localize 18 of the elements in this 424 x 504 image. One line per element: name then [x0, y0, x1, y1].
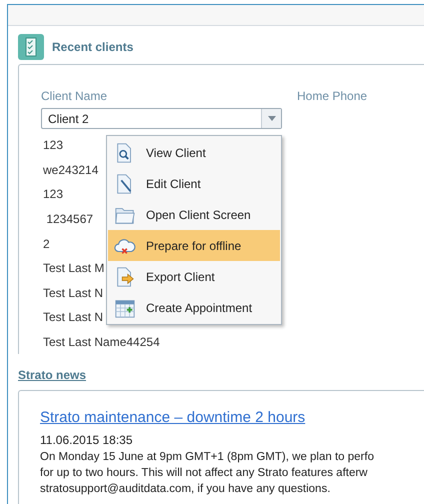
client-dropdown[interactable]: Client 2: [41, 108, 282, 129]
menu-item[interactable]: View Client: [108, 137, 280, 168]
section-title: Recent clients: [52, 39, 134, 56]
news-text: On Monday 15 June at 9pm GMT+1 (8pm GMT), we plan to perfo for up to two hours. This will not affect any Strato features afterw stratosupport@auditdata.com, if you have any questions.: [40, 450, 375, 496]
export-document-icon: [114, 266, 136, 288]
menu-item[interactable]: Create Appointment: [108, 292, 280, 323]
checklist-icon: [18, 34, 44, 60]
client-row[interactable]: Test Last Name44254: [41, 330, 424, 354]
caret-icon: [268, 116, 276, 121]
news-date: 11.06.2015 18:35: [40, 432, 134, 448]
news-headline-link[interactable]: Strato maintenance – downtime 2 hours: [40, 407, 306, 430]
column-header: Home Phone: [297, 88, 368, 105]
menu-item[interactable]: Open Client Screen: [108, 199, 280, 230]
menu-item[interactable]: Export Client: [108, 261, 280, 292]
column-header: Client Name: [41, 88, 108, 105]
section-link[interactable]: Strato news: [18, 366, 86, 384]
menu-item[interactable]: Edit Client: [108, 168, 280, 199]
menu-item[interactable]: Prepare for offline: [108, 230, 280, 261]
